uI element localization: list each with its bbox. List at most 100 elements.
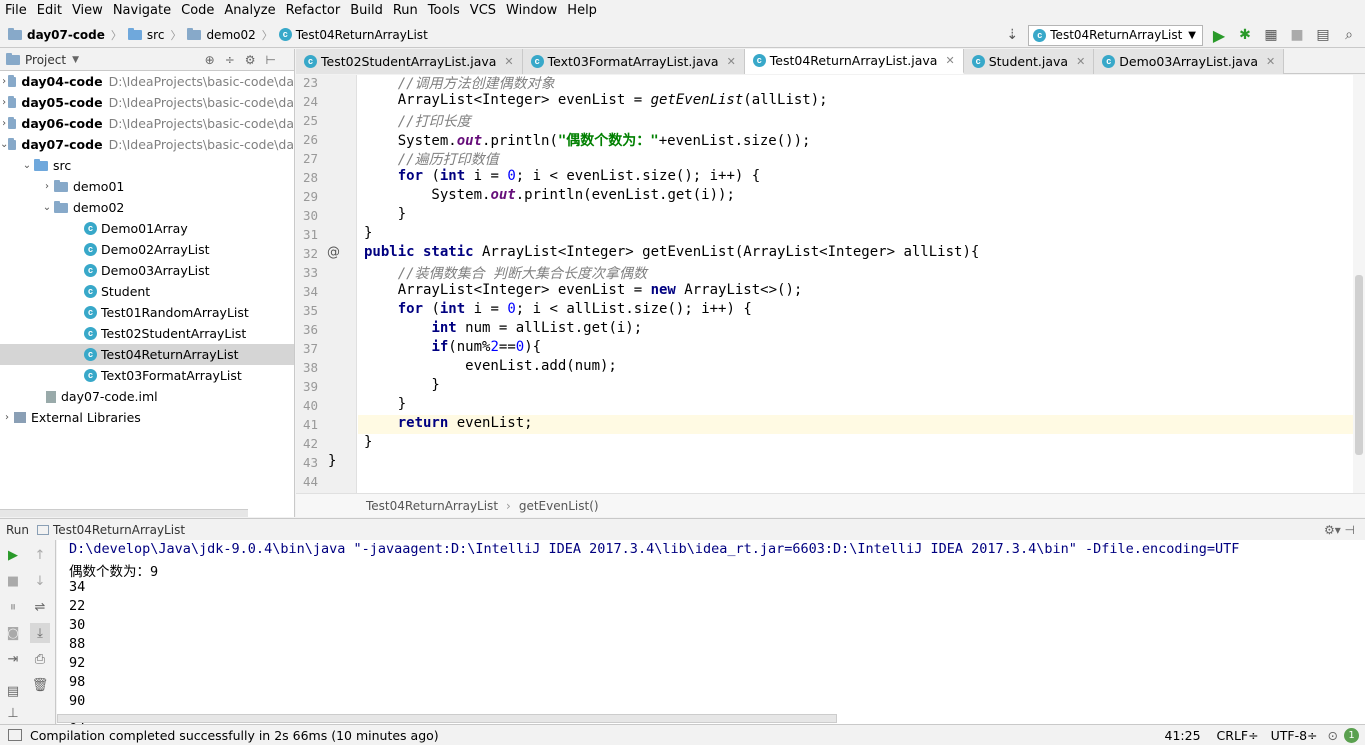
debug-button[interactable]: ✱ — [1235, 25, 1255, 45]
menu-item-build[interactable]: Build — [345, 0, 388, 22]
event-log-badge[interactable]: 1 — [1344, 727, 1359, 743]
chevron-right-icon[interactable]: › — [0, 412, 14, 423]
scroll-thumb[interactable] — [1355, 275, 1363, 455]
layout-icon[interactable]: ▤ — [3, 681, 23, 701]
soft-wrap-icon[interactable]: ⇌ — [30, 597, 50, 617]
code-editor[interactable]: 23 24 25 26 27 28 29 30 31 32 33 34 35 36 37 38 39 40 41 42… — [296, 75, 1365, 493]
menu-item-run[interactable]: Run — [388, 0, 423, 22]
search-icon[interactable]: ⌕ — [1339, 25, 1359, 45]
tab-test04-active[interactable]: c Test04ReturnArrayList.java ✕ — [744, 49, 964, 74]
console-horizontal-scrollbar[interactable] — [57, 714, 837, 723]
close-icon[interactable]: ✕ — [504, 55, 513, 68]
menu-item-refactor[interactable]: Refactor — [281, 0, 346, 22]
exit-icon[interactable]: ⇥ — [3, 649, 23, 669]
run-config-select[interactable]: c Test04ReturnArrayList ▼ — [1028, 24, 1203, 46]
gear-icon[interactable]: ⚙▾ ⊣ — [1324, 523, 1355, 537]
tree-item-iml[interactable]: day07-code.iml — [0, 386, 294, 407]
panel-actions[interactable]: ⊕÷⚙⊢ — [205, 53, 286, 67]
tree-item-class-selected[interactable]: c Test04ReturnArrayList — [0, 344, 294, 365]
footer-method[interactable]: getEvenList() — [519, 499, 599, 513]
tree-item-package[interactable]: › demo01 — [0, 176, 294, 197]
menu-item-vcs[interactable]: VCS — [465, 0, 501, 22]
tree-item-class[interactable]: c Text03FormatArrayList — [0, 365, 294, 386]
close-icon[interactable]: ✕ — [1266, 55, 1275, 68]
chevron-down-icon[interactable]: ⌄ — [0, 139, 8, 150]
file-encoding[interactable]: UTF-8÷ — [1271, 728, 1318, 743]
menu-item-analyze[interactable]: Analyze — [219, 0, 280, 22]
run-button[interactable]: ▶ — [1209, 25, 1229, 45]
print-icon[interactable]: ⎙ — [30, 649, 50, 669]
code-line-41: return evenList; — [397, 415, 533, 431]
menu-item-edit[interactable]: Edit — [32, 0, 67, 22]
breadcrumb-project[interactable]: day07-code — [27, 28, 105, 42]
pause-icon[interactable]: ⏸ — [3, 597, 23, 617]
menu-item-navigate[interactable]: Navigate — [108, 0, 176, 22]
dump-icon[interactable]: ◙ — [3, 623, 23, 643]
chevron-right-icon[interactable]: › — [0, 76, 8, 87]
scroll-to-end-icon[interactable]: ⤓ — [30, 623, 50, 643]
horizontal-scrollbar[interactable] — [0, 509, 248, 517]
close-icon[interactable]: ✕ — [727, 55, 736, 68]
tab-demo03[interactable]: c Demo03ArrayList.java ✕ — [1094, 49, 1285, 74]
tree-item-class[interactable]: c Demo02ArrayList — [0, 239, 294, 260]
tree-item-external-libraries[interactable]: › External Libraries — [0, 407, 294, 428]
editor-tabs: c Test02StudentArrayList.java ✕ c Text03For… — [296, 49, 1365, 74]
scroll-down-icon[interactable]: ↓ — [30, 571, 50, 591]
menu-item-tools[interactable]: Tools — [423, 0, 465, 22]
tree-item-class[interactable]: c Demo03ArrayList — [0, 260, 294, 281]
tree-item-module[interactable]: › day06-code D:\IdeaProjects\basic-code\da — [0, 113, 294, 134]
chevron-right-icon[interactable]: › — [0, 118, 8, 129]
scroll-up-icon[interactable]: ↑ — [30, 545, 50, 565]
tree-item-package[interactable]: ⌄ demo02 — [0, 197, 294, 218]
stop-button[interactable]: ■ — [3, 571, 23, 591]
coverage-button[interactable]: ▦ — [1261, 25, 1281, 45]
tab-test02[interactable]: c Test02StudentArrayList.java ✕ — [296, 49, 523, 74]
build-icon[interactable]: ⇣ — [1002, 25, 1022, 45]
menu-item-file[interactable]: File — [0, 0, 32, 22]
package-icon — [54, 200, 68, 213]
tool-windows-icon[interactable] — [8, 729, 22, 741]
tree-item-class[interactable]: c Test02StudentArrayList — [0, 323, 294, 344]
breadcrumb-package[interactable]: demo02 — [206, 28, 255, 42]
run-tab-label[interactable]: Run — [6, 523, 29, 537]
close-icon[interactable]: ✕ — [1076, 55, 1085, 68]
project-structure-button[interactable]: ▤ — [1313, 25, 1333, 45]
tree-item-src[interactable]: ⌄ src — [0, 155, 294, 176]
tree-item-class[interactable]: c Student — [0, 281, 294, 302]
breadcrumb-file[interactable]: Test04ReturnArrayList — [296, 28, 428, 42]
editor-scrollbar[interactable] — [1353, 75, 1365, 493]
menu-item-window[interactable]: Window — [501, 0, 562, 22]
tree-item-class[interactable]: c Demo01Array — [0, 218, 294, 239]
trash-icon[interactable]: 🗑 — [30, 675, 50, 695]
menu-item-view[interactable]: View — [67, 0, 108, 22]
tree-item-module[interactable]: › day04-code D:\IdeaProjects\basic-code\da — [0, 71, 294, 92]
chevron-down-icon[interactable]: ⌄ — [20, 160, 34, 171]
rerun-button[interactable]: ▶ — [3, 545, 23, 565]
package-label: demo01 — [73, 179, 125, 194]
caret-position[interactable]: 41:25 — [1165, 728, 1201, 743]
tree-item-class[interactable]: c Test01RandomArrayList — [0, 302, 294, 323]
run-config-name[interactable]: Test04ReturnArrayList — [53, 523, 185, 537]
chevron-down-icon[interactable]: ▼ — [72, 55, 79, 65]
chevron-down-icon[interactable]: ⌄ — [40, 202, 54, 213]
tree-item-module[interactable]: ⌄ day07-code D:\IdeaProjects\basic-code\da — [0, 134, 294, 155]
tab-student[interactable]: c Student.java ✕ — [963, 49, 1095, 74]
chevron-right-icon[interactable]: › — [0, 97, 8, 108]
line-separator[interactable]: CRLF÷ — [1217, 728, 1259, 743]
tree-item-module[interactable]: › day05-code D:\IdeaProjects\basic-code\da — [0, 92, 294, 113]
menu-item-help[interactable]: Help — [562, 0, 602, 22]
console-output[interactable]: D:\develop\Java\jdk-9.0.4\bin\java "-jav… — [57, 540, 1365, 724]
menu-item-code[interactable]: Code — [176, 0, 219, 22]
close-icon[interactable]: ✕ — [945, 54, 954, 67]
stop-button[interactable]: ■ — [1287, 25, 1307, 45]
module-icon — [8, 74, 17, 87]
footer-class[interactable]: Test04ReturnArrayList — [366, 499, 498, 513]
override-marker-icon[interactable]: @ — [327, 245, 340, 260]
tab-text03[interactable]: c Text03FormatArrayList.java ✕ — [522, 49, 745, 74]
pin-icon[interactable]: ⊥ — [3, 703, 23, 723]
project-panel-title[interactable]: Project — [25, 53, 66, 67]
lock-icon[interactable]: ⊙ — [1328, 728, 1338, 743]
chevron-right-icon[interactable]: › — [40, 181, 54, 192]
breadcrumb-src[interactable]: src — [147, 28, 165, 42]
module-path: D:\IdeaProjects\basic-code\da — [108, 74, 294, 89]
